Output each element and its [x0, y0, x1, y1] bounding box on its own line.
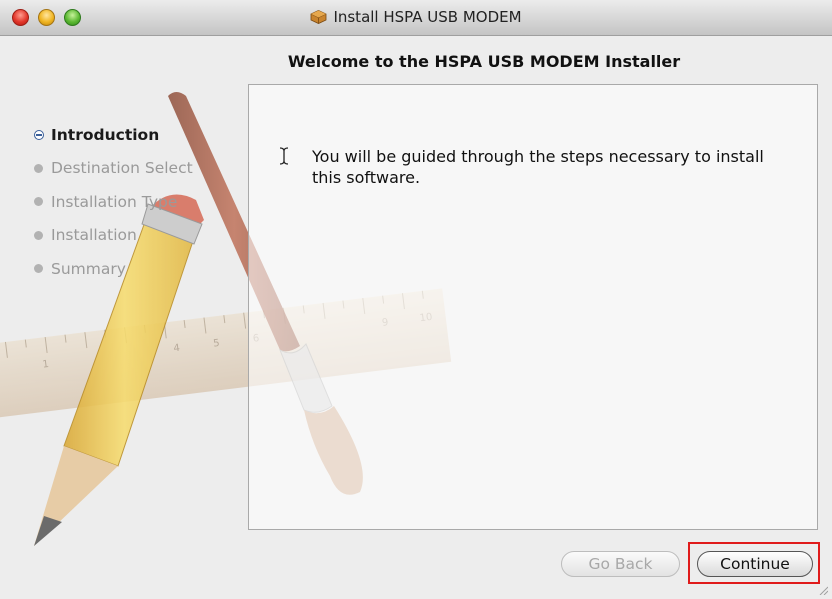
step-label: Installation: [51, 226, 137, 245]
step-label: Introduction: [51, 125, 160, 144]
continue-highlight-box: [688, 542, 820, 584]
current-step-indicator-icon: [34, 129, 44, 140]
title-bar[interactable]: Install HSPA USB MODEM: [0, 0, 832, 36]
pending-step-bullet-icon: [34, 230, 43, 240]
pending-step-bullet-icon: [34, 197, 43, 207]
step-installation: Installation: [34, 219, 193, 253]
package-icon: [311, 10, 327, 24]
svg-text:4: 4: [173, 343, 181, 355]
installer-steps: Introduction Destination Select Installa…: [34, 118, 193, 286]
step-destination-select: Destination Select: [34, 152, 193, 186]
step-installation-type: Installation Type: [34, 185, 193, 219]
step-summary: Summary: [34, 252, 193, 286]
step-introduction: Introduction: [34, 118, 193, 152]
pending-step-bullet-icon: [34, 163, 43, 173]
svg-text:1: 1: [42, 359, 50, 371]
installer-window: Install HSPA USB MODEM 1 4 5 Welcome to …: [0, 0, 832, 599]
go-back-button[interactable]: Go Back: [561, 551, 680, 577]
page-heading: Welcome to the HSPA USB MODEM Installer: [287, 52, 681, 71]
step-label: Summary: [51, 259, 126, 278]
welcome-message: You will be guided through the steps nec…: [312, 147, 764, 187]
ibeam-cursor-icon: [279, 147, 289, 165]
svg-text:5: 5: [213, 338, 221, 350]
step-label: Installation Type: [51, 192, 178, 211]
step-label: Destination Select: [51, 159, 193, 178]
resize-grip-icon[interactable]: [818, 585, 828, 595]
window-title-area: Install HSPA USB MODEM: [0, 8, 832, 26]
window-title: Install HSPA USB MODEM: [333, 8, 522, 26]
pending-step-bullet-icon: [34, 264, 43, 274]
